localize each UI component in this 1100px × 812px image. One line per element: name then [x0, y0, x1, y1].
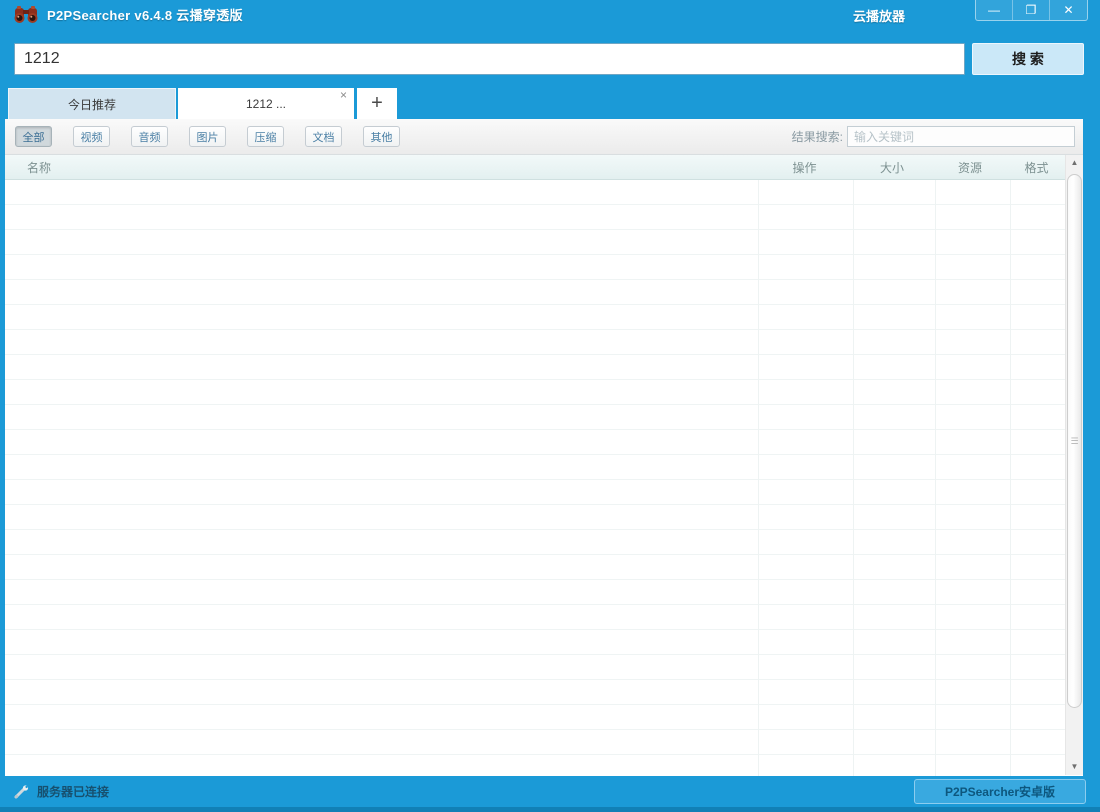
tab-bar: 今日推荐 1212 ... × +	[0, 88, 1100, 119]
vertical-scrollbar[interactable]: ▲ ☰ ▼	[1065, 155, 1083, 775]
filter-image-button[interactable]: 图片	[189, 126, 226, 147]
maximize-button[interactable]: ❐	[1013, 0, 1050, 20]
app-window: P2PSearcher v6.4.8 云播穿透版 云播放器 — ❐ ✕ 搜 索 …	[0, 0, 1100, 812]
status-bar: 服务器已连接 P2PSearcher安卓版	[0, 776, 1100, 812]
filter-audio-button[interactable]: 音频	[131, 126, 168, 147]
cloud-player-label[interactable]: 云播放器	[853, 6, 905, 25]
column-divider	[1010, 180, 1011, 776]
scrollbar-thumb[interactable]: ☰	[1067, 174, 1082, 708]
titlebar-right: 云播放器 — ❐ ✕	[853, 0, 1100, 25]
search-input[interactable]	[14, 43, 965, 75]
window-controls: — ❐ ✕	[975, 0, 1088, 21]
scroll-up-icon[interactable]: ▲	[1066, 155, 1083, 171]
tab-label: 今日推荐	[67, 97, 116, 112]
window-title: P2PSearcher v6.4.8 云播穿透版	[47, 7, 243, 23]
close-button[interactable]: ✕	[1050, 0, 1087, 20]
tab-today-recommend[interactable]: 今日推荐	[8, 88, 176, 119]
result-search-group: 结果搜索:	[792, 126, 1075, 147]
new-tab-button[interactable]: +	[357, 88, 397, 119]
filter-other-button[interactable]: 其他	[363, 126, 400, 147]
result-search-input[interactable]	[847, 126, 1075, 147]
content-panel: 全部 视频 音频 图片 压缩 文档 其他 结果搜索: 名称 操作 大小 资源 格…	[5, 119, 1083, 776]
tab-label: 1212 ...	[245, 96, 287, 111]
scrollbar-grip-icon: ☰	[1070, 436, 1079, 446]
filter-archive-button[interactable]: 压缩	[247, 126, 284, 147]
column-divider	[853, 180, 854, 776]
filter-toolbar: 全部 视频 音频 图片 压缩 文档 其他 结果搜索:	[5, 119, 1083, 155]
column-header-size[interactable]: 大小	[852, 159, 932, 176]
column-divider	[758, 180, 759, 776]
search-button[interactable]: 搜 索	[972, 43, 1084, 75]
titlebar-left: P2PSearcher v6.4.8 云播穿透版	[14, 0, 243, 28]
result-search-label: 结果搜索:	[791, 130, 843, 144]
minimize-button[interactable]: —	[976, 0, 1013, 20]
tab-close-icon[interactable]: ×	[340, 89, 347, 101]
android-version-button[interactable]: P2PSearcher安卓版	[913, 779, 1086, 804]
column-header-operation[interactable]: 操作	[757, 159, 852, 176]
wrench-icon	[14, 784, 29, 798]
tab-search-1212[interactable]: 1212 ... ×	[178, 88, 354, 119]
filter-video-button[interactable]: 视频	[73, 126, 110, 147]
search-bar: 搜 索	[0, 28, 1100, 88]
column-header-resources[interactable]: 资源	[932, 159, 1008, 176]
titlebar: P2PSearcher v6.4.8 云播穿透版 云播放器 — ❐ ✕	[0, 0, 1100, 28]
column-header-format[interactable]: 格式	[1008, 159, 1065, 176]
results-table: 名称 操作 大小 资源 格式 ▲ ☰ ▼	[5, 155, 1083, 776]
column-header-name[interactable]: 名称	[5, 159, 757, 176]
filter-document-button[interactable]: 文档	[305, 126, 342, 147]
table-header-row: 名称 操作 大小 资源 格式	[5, 155, 1083, 180]
binoculars-icon	[14, 5, 38, 23]
column-divider	[935, 180, 936, 776]
filter-all-button[interactable]: 全部	[15, 126, 52, 147]
server-status-text: 服务器已连接	[37, 785, 110, 799]
table-body-empty	[5, 180, 1083, 776]
scroll-down-icon[interactable]: ▼	[1066, 759, 1083, 775]
